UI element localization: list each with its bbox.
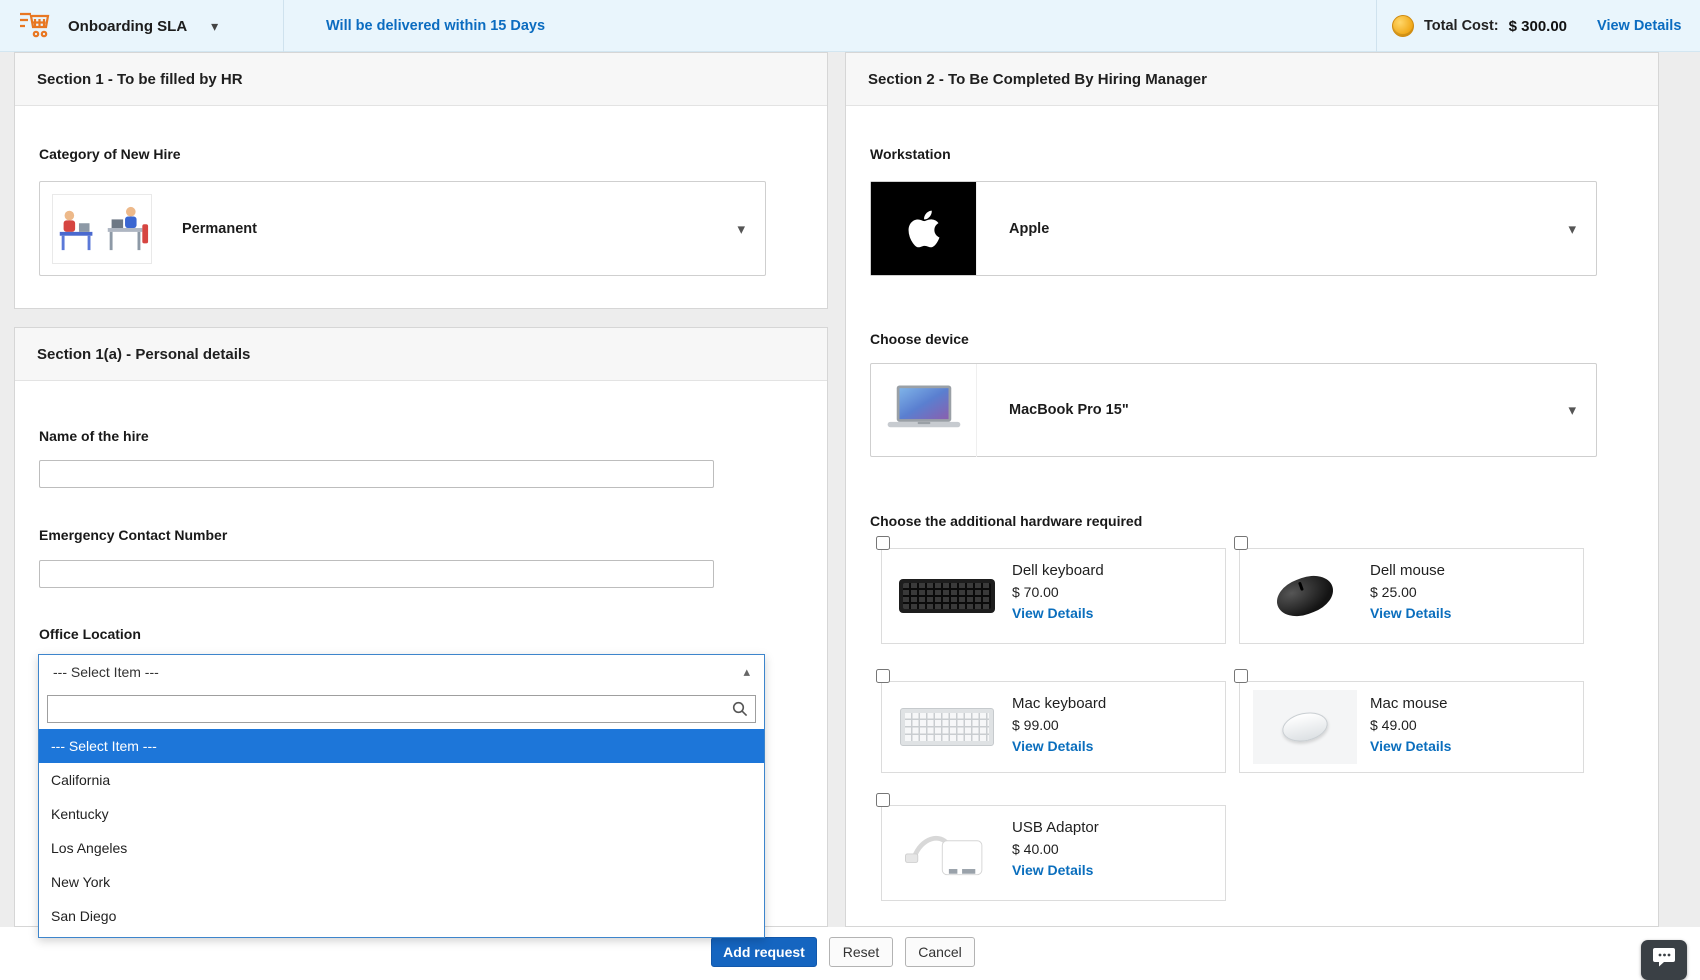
hardware-name: Dell mouse <box>1370 562 1451 579</box>
section1a-title: Section 1(a) - Personal details <box>15 328 827 381</box>
workstation-select[interactable]: Apple ▾ <box>870 181 1597 276</box>
search-icon <box>732 701 748 722</box>
office-option-california[interactable]: California <box>39 763 764 797</box>
hardware-price: $ 70.00 <box>1012 584 1104 600</box>
hardware-price: $ 25.00 <box>1370 584 1451 600</box>
device-select[interactable]: MacBook Pro 15" ▾ <box>870 363 1597 457</box>
category-thumbnail <box>52 194 152 264</box>
chat-button[interactable] <box>1641 940 1687 980</box>
new-hire-illustration <box>54 198 150 260</box>
hardware-card-mac-keyboard: Mac keyboard $ 99.00 View Details <box>881 681 1226 773</box>
office-location-select[interactable]: --- Select Item --- ▴ <box>39 655 764 688</box>
total-cost-value: $ 300.00 <box>1509 18 1567 35</box>
apple-logo-icon <box>871 182 977 275</box>
name-of-hire-label: Name of the hire <box>39 428 149 444</box>
category-select[interactable]: Permanent ▾ <box>39 181 766 276</box>
catalog-icon <box>18 9 54 44</box>
category-label: Category of New Hire <box>39 146 181 162</box>
total-cost-group: Total Cost: $ 300.00 View Details <box>1392 0 1681 52</box>
hardware-name: Dell keyboard <box>1012 562 1104 579</box>
chevron-down-icon: ▾ <box>737 220 745 238</box>
hardware-card-usb-adaptor: USB Adaptor $ 40.00 View Details <box>881 805 1226 901</box>
category-value: Permanent <box>182 221 257 237</box>
hardware-name: USB Adaptor <box>1012 819 1099 836</box>
mac-keyboard-checkbox[interactable] <box>876 669 890 683</box>
dell-keyboard-checkbox[interactable] <box>876 536 890 550</box>
reset-button[interactable]: Reset <box>829 937 893 967</box>
additional-hardware-label: Choose the additional hardware required <box>870 513 1142 529</box>
cancel-button[interactable]: Cancel <box>905 937 975 967</box>
macbook-image <box>871 364 977 457</box>
section2-title: Section 2 - To Be Completed By Hiring Ma… <box>846 53 1658 106</box>
section1-panel: Section 1 - To be filled by HR Category … <box>14 52 828 309</box>
mac-mouse-checkbox[interactable] <box>1234 669 1248 683</box>
dell-mouse-image <box>1240 549 1370 643</box>
view-details-link[interactable]: View Details <box>1597 18 1681 34</box>
view-details-link[interactable]: View Details <box>1012 605 1104 621</box>
office-location-search-input[interactable] <box>47 695 756 723</box>
emergency-contact-input[interactable] <box>39 560 714 588</box>
top-bar: Onboarding SLA ▾ Will be delivered withi… <box>0 0 1700 52</box>
catalog-title: Onboarding SLA <box>68 18 187 35</box>
office-option-los-angeles[interactable]: Los Angeles <box>39 831 764 865</box>
delivery-note: Will be delivered within 15 Days <box>326 0 545 52</box>
office-location-search <box>39 688 764 723</box>
chat-icon <box>1652 947 1676 973</box>
office-option-new-york[interactable]: New York <box>39 865 764 899</box>
section1-title: Section 1 - To be filled by HR <box>15 53 827 106</box>
hardware-card-dell-keyboard: Dell keyboard $ 70.00 View Details <box>881 548 1226 644</box>
chevron-down-icon: ▾ <box>211 18 218 35</box>
office-location-options: --- Select Item --- California Kentucky … <box>39 729 764 937</box>
workstation-label: Workstation <box>870 146 951 162</box>
office-option-kentucky[interactable]: Kentucky <box>39 797 764 831</box>
device-value: MacBook Pro 15" <box>1009 402 1129 418</box>
usb-adaptor-checkbox[interactable] <box>876 793 890 807</box>
office-location-selected-value: --- Select Item --- <box>53 664 159 680</box>
view-details-link[interactable]: View Details <box>1012 862 1099 878</box>
chevron-down-icon: ▾ <box>1568 220 1576 238</box>
hardware-price: $ 40.00 <box>1012 841 1099 857</box>
chevron-down-icon: ▾ <box>1568 401 1576 419</box>
hardware-price: $ 99.00 <box>1012 717 1106 733</box>
office-location-label: Office Location <box>39 626 141 642</box>
hardware-name: Mac mouse <box>1370 695 1451 712</box>
workstation-value: Apple <box>1009 221 1049 237</box>
section2-panel: Section 2 - To Be Completed By Hiring Ma… <box>845 52 1659 927</box>
office-location-combobox: --- Select Item --- ▴ --- Select Item --… <box>38 654 765 938</box>
header-divider <box>1376 0 1377 52</box>
mac-keyboard-image <box>882 682 1012 772</box>
mac-mouse-image <box>1240 682 1370 772</box>
name-of-hire-input[interactable] <box>39 460 714 488</box>
dell-mouse-checkbox[interactable] <box>1234 536 1248 550</box>
view-details-link[interactable]: View Details <box>1370 605 1451 621</box>
office-option-san-diego[interactable]: San Diego <box>39 899 764 933</box>
view-details-link[interactable]: View Details <box>1012 738 1106 754</box>
office-option-select-item[interactable]: --- Select Item --- <box>39 729 764 763</box>
total-cost-label: Total Cost: <box>1424 18 1499 34</box>
catalog-dropdown[interactable]: Onboarding SLA ▾ <box>18 0 218 52</box>
choose-device-label: Choose device <box>870 331 969 347</box>
usb-adaptor-image <box>882 806 1012 900</box>
dell-keyboard-image <box>882 549 1012 643</box>
hardware-card-mac-mouse: Mac mouse $ 49.00 View Details <box>1239 681 1584 773</box>
emergency-contact-label: Emergency Contact Number <box>39 527 227 543</box>
header-divider <box>283 0 284 52</box>
view-details-link[interactable]: View Details <box>1370 738 1451 754</box>
chevron-up-icon: ▴ <box>743 664 750 680</box>
hardware-card-dell-mouse: Dell mouse $ 25.00 View Details <box>1239 548 1584 644</box>
add-request-button[interactable]: Add request <box>711 937 817 967</box>
hardware-name: Mac keyboard <box>1012 695 1106 712</box>
hardware-price: $ 49.00 <box>1370 717 1451 733</box>
coin-icon <box>1392 15 1414 37</box>
